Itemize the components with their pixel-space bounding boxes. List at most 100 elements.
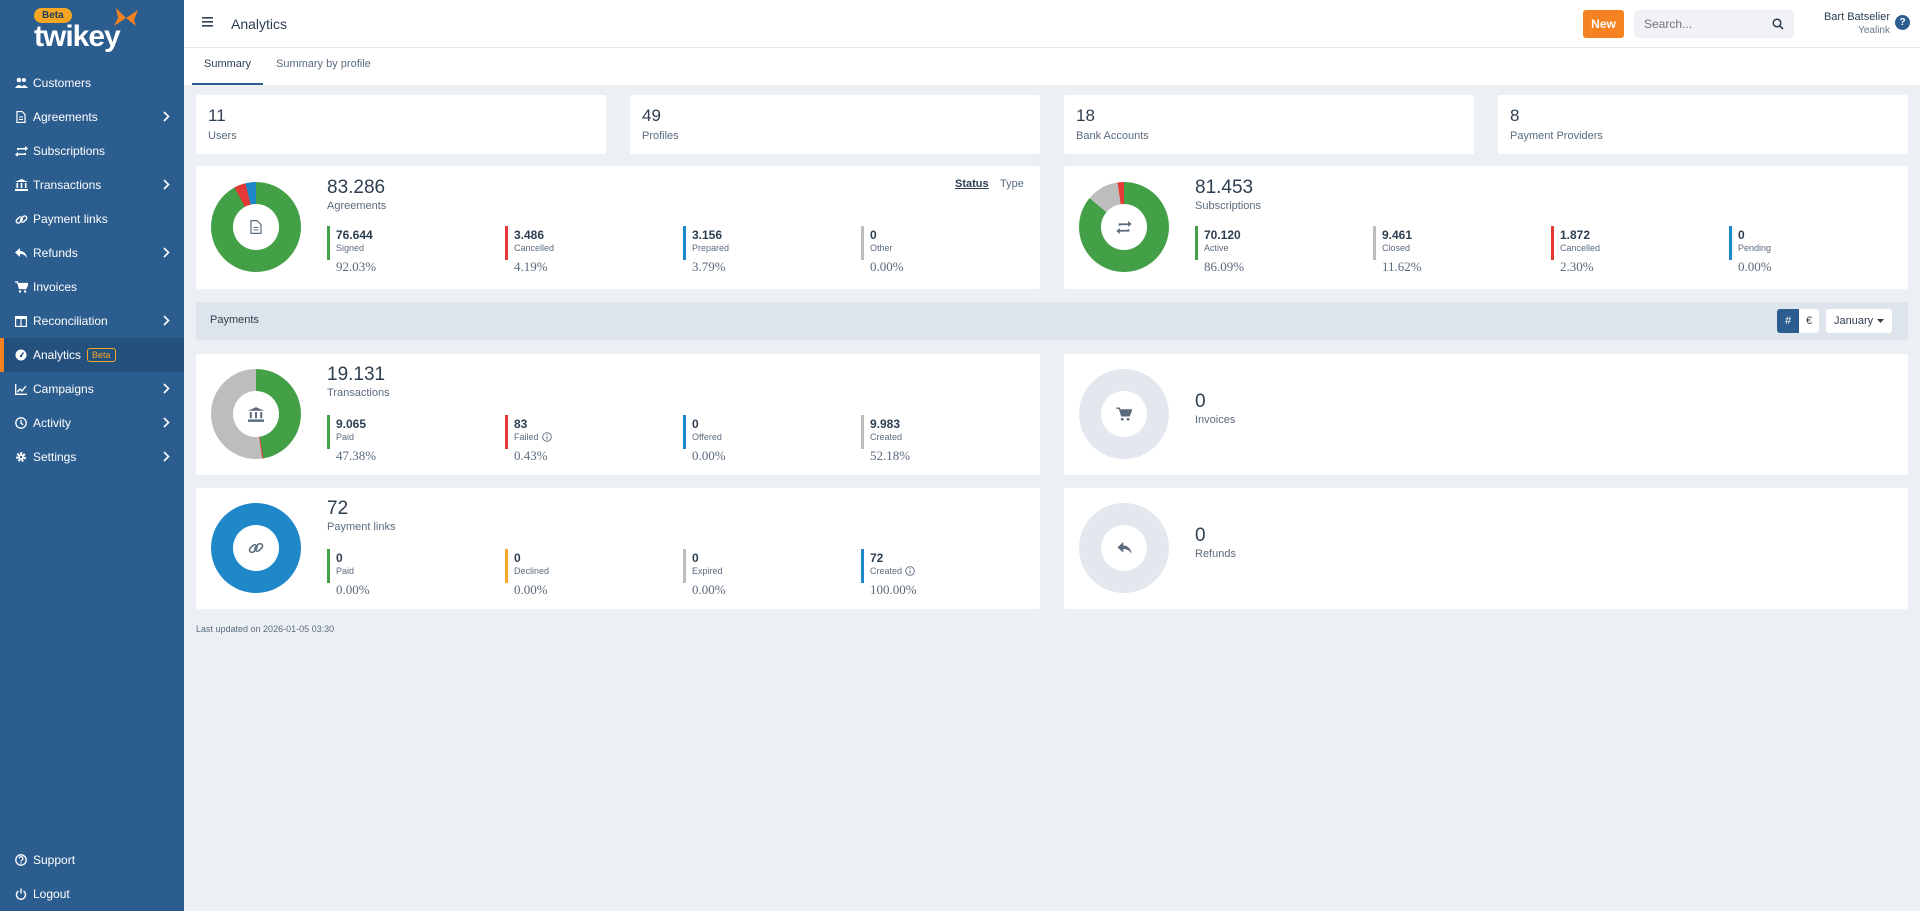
sidebar-item-label: Invoices — [33, 280, 78, 294]
sidebar-item-transactions[interactable]: Transactions — [0, 168, 184, 202]
search-icon[interactable] — [1772, 18, 1784, 30]
metric-percent: 100.00% — [870, 582, 917, 597]
page-title: Analytics — [231, 16, 288, 32]
status-toggle[interactable]: Status — [955, 178, 989, 190]
sidebar-item-reconciliation[interactable]: Reconciliation — [0, 304, 184, 338]
metric-label: Prepared — [692, 243, 730, 253]
agreements-card: 83.286 Agreements Status Type 76.644 Sig… — [196, 166, 1040, 289]
refunds-label: Refunds — [1195, 548, 1236, 560]
search-input[interactable] — [1634, 10, 1764, 38]
refunds-card: 0 Refunds — [1064, 488, 1908, 609]
help-icon[interactable]: ? — [1895, 15, 1910, 30]
amount-toggle-button[interactable]: € — [1799, 309, 1819, 333]
metric-created: 72 Created 100.00% — [861, 549, 981, 599]
stat-value: 8 — [1510, 106, 1520, 125]
metric-value: 3.486 — [514, 228, 545, 242]
stat-value: 49 — [642, 106, 661, 125]
invoices-card: 0 Invoices — [1064, 354, 1908, 475]
metric-other: 0 Other 0.00% — [861, 226, 981, 276]
help-circle-icon — [14, 853, 28, 867]
stat-card-bank-accounts: 18 Bank Accounts — [1064, 95, 1474, 154]
subscriptions-donut — [1079, 182, 1169, 272]
payment-links-total: 72 — [327, 498, 349, 519]
count-toggle-button[interactable]: # — [1777, 309, 1799, 333]
month-dropdown[interactable]: January — [1826, 309, 1892, 333]
metric-value: 0 — [870, 228, 877, 242]
cart-icon — [1116, 407, 1132, 421]
metric-cancelled: 1.872 Cancelled 2.30% — [1551, 226, 1671, 276]
tab-summary[interactable]: Summary — [192, 48, 264, 85]
sidebar-item-payment-links[interactable]: Payment links — [0, 202, 184, 236]
payment-links-label: Payment links — [327, 521, 396, 533]
metric-percent: 0.00% — [1738, 259, 1772, 274]
sidebar-item-logout[interactable]: Logout — [0, 877, 184, 911]
sidebar-item-refunds[interactable]: Refunds — [0, 236, 184, 270]
twikey-logo[interactable]: Beta twikey — [0, 0, 184, 60]
metric-value: 9.065 — [336, 417, 367, 431]
chevron-right-icon — [163, 315, 170, 326]
metric-percent: 0.00% — [692, 448, 726, 463]
hamburger-menu-icon[interactable] — [202, 17, 213, 27]
metric-label: Declined — [514, 566, 550, 576]
invoices-total: 0 — [1195, 391, 1206, 412]
sidebar-item-analytics[interactable]: Analytics Beta — [0, 338, 184, 372]
sidebar-item-subscriptions[interactable]: Subscriptions — [0, 134, 184, 168]
link-icon — [14, 212, 28, 226]
document-icon — [14, 110, 28, 124]
new-button[interactable]: New — [1583, 10, 1624, 38]
refunds-donut — [1079, 503, 1169, 593]
transactions-donut — [211, 369, 301, 459]
sidebar-item-invoices[interactable]: Invoices — [0, 270, 184, 304]
user-menu[interactable]: Bart Batselier Yealink — [1810, 11, 1890, 37]
stat-label: Users — [208, 130, 237, 142]
reply-icon — [14, 246, 28, 260]
info-icon[interactable] — [905, 566, 915, 576]
agreements-total: 83.286 — [327, 177, 386, 198]
metric-value: 0 — [514, 551, 521, 565]
sidebar-item-support[interactable]: Support — [0, 843, 184, 877]
sidebar-item-customers[interactable]: Customers — [0, 66, 184, 100]
stat-value: 11 — [208, 106, 226, 125]
metric-label: Active — [1204, 243, 1229, 253]
metric-percent: 0.43% — [514, 448, 548, 463]
transactions-total: 19.131 — [327, 364, 386, 385]
type-toggle[interactable]: Type — [1000, 178, 1024, 190]
info-icon[interactable] — [541, 432, 552, 442]
metric-paid: 9.065 Paid 47.38% — [327, 415, 447, 465]
sidebar-item-agreements[interactable]: Agreements — [0, 100, 184, 134]
metric-prepared: 3.156 Prepared 3.79% — [683, 226, 803, 276]
gear-icon — [14, 450, 28, 464]
user-org: Yealink — [1858, 25, 1890, 36]
gauge-icon — [14, 348, 28, 362]
stat-card-users: 11 Users — [196, 95, 606, 154]
tab-bar: Summary Summary by profile — [184, 48, 1920, 85]
metric-label: Offered — [692, 432, 722, 442]
columns-icon — [14, 314, 28, 328]
butterfly-icon — [114, 8, 138, 26]
chevron-right-icon — [163, 451, 170, 462]
sidebar-item-label: Transactions — [33, 178, 102, 192]
users-icon — [14, 76, 28, 90]
sidebar-item-settings[interactable]: Settings — [0, 440, 184, 474]
power-icon — [14, 887, 28, 901]
metric-value: 76.644 — [336, 228, 373, 242]
stat-label: Payment Providers — [1510, 130, 1603, 142]
sidebar-item-campaigns[interactable]: Campaigns — [0, 372, 184, 406]
sidebar-item-label: Refunds — [33, 246, 78, 260]
user-name: Bart Batselier — [1823, 11, 1890, 23]
cart-icon — [14, 280, 28, 294]
metric-value: 3.156 — [692, 228, 723, 242]
tab-summary-by-profile[interactable]: Summary by profile — [264, 48, 383, 85]
payments-section-header: Payments # € January — [196, 302, 1908, 340]
chart-icon — [14, 382, 28, 396]
metric-percent: 86.09% — [1204, 259, 1245, 274]
sidebar-item-label: Customers — [33, 76, 92, 90]
metric-cancelled: 3.486 Cancelled 4.19% — [505, 226, 625, 276]
top-bar: Analytics New Bart Batselier Yealink ? — [184, 0, 1920, 48]
sidebar-item-activity[interactable]: Activity — [0, 406, 184, 440]
subscriptions-label: Subscriptions — [1195, 200, 1262, 212]
agreements-donut — [211, 182, 301, 272]
chevron-right-icon — [163, 417, 170, 428]
metric-percent: 0.00% — [514, 582, 548, 597]
sidebar-nav: Customers Agreements Subscriptions Trans… — [0, 66, 184, 474]
